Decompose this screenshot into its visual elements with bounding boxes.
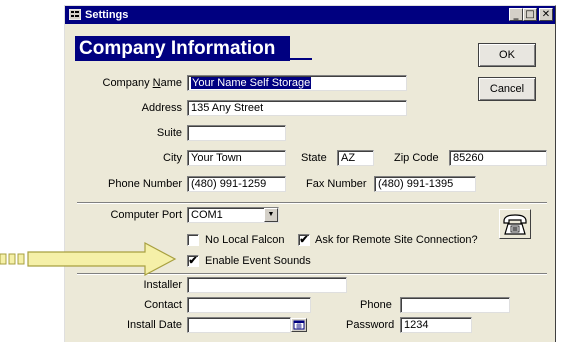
phone-number-field[interactable]: (480) 991-1259 <box>187 176 286 192</box>
installer-phone-label: Phone <box>360 299 392 311</box>
cancel-button[interactable]: Cancel <box>478 77 536 101</box>
zip-code-label: Zip Code <box>394 152 439 164</box>
remote-site-checkbox[interactable]: ✔ <box>298 234 310 246</box>
window-title: Settings <box>85 9 129 21</box>
telephone-icon <box>503 214 527 235</box>
contact-label: Contact <box>144 299 182 311</box>
company-name-label-part1: Company <box>102 77 153 89</box>
no-local-falcon-checkbox[interactable] <box>187 234 199 246</box>
enable-event-sounds-checkbox[interactable]: ✔ <box>187 255 199 267</box>
suite-label: Suite <box>156 127 182 139</box>
close-button[interactable]: ✕ <box>539 8 553 21</box>
contact-field[interactable] <box>187 297 311 313</box>
separator-top <box>77 202 547 204</box>
computer-port-label: Computer Port <box>110 209 182 221</box>
phone-number-label: Phone Number <box>108 178 182 190</box>
section-header: Company Information <box>75 36 290 61</box>
company-name-label: Company Name <box>69 77 183 90</box>
fax-number-label: Fax Number <box>306 178 367 190</box>
address-label: Address <box>141 102 182 114</box>
installer-label: Installer <box>143 279 182 291</box>
maximize-button[interactable]: □ <box>523 8 537 21</box>
install-date-field[interactable] <box>187 317 291 333</box>
dial-phone-button[interactable] <box>499 209 531 239</box>
settings-window-icon <box>69 9 81 20</box>
ok-button[interactable]: OK <box>478 43 536 67</box>
pointer-arrow-icon <box>0 242 177 276</box>
chevron-down-icon[interactable]: ▼ <box>264 208 278 222</box>
company-name-label-accelerator: N <box>152 77 161 89</box>
install-date-picker-button[interactable] <box>291 318 307 332</box>
minimize-button[interactable]: _ <box>509 8 523 21</box>
install-date-label: Install Date <box>126 319 182 331</box>
no-local-falcon-label: No Local Falcon <box>205 234 285 246</box>
computer-port-value: COM1 <box>191 209 223 221</box>
installer-phone-field[interactable] <box>400 297 510 313</box>
calendar-icon <box>293 320 305 330</box>
state-label: State <box>301 152 327 164</box>
password-field[interactable]: 1234 <box>400 317 472 333</box>
address-field[interactable]: 135 Any Street <box>187 100 407 116</box>
company-name-field[interactable]: Your Name Self Storage <box>187 75 407 91</box>
title-bar[interactable]: Settings _ □ ✕ <box>65 6 555 24</box>
suite-field[interactable] <box>187 125 286 141</box>
remote-site-label: Ask for Remote Site Connection? <box>315 234 478 246</box>
header-underline <box>290 58 312 60</box>
state-field[interactable]: AZ <box>337 150 374 166</box>
fax-number-field[interactable]: (480) 991-1395 <box>374 176 476 192</box>
settings-dialog: Settings _ □ ✕ Company Information OK Ca… <box>64 5 556 342</box>
installer-field[interactable] <box>187 277 347 293</box>
city-label: City <box>163 152 182 164</box>
enable-event-sounds-label: Enable Event Sounds <box>205 255 311 267</box>
zip-code-field[interactable]: 85260 <box>449 150 547 166</box>
password-label: Password <box>346 319 395 331</box>
company-name-value: Your Name Self Storage <box>191 77 312 89</box>
company-name-label-part2: ame <box>160 77 182 89</box>
city-field[interactable]: Your Town <box>187 150 286 166</box>
page-title: Company Information <box>79 38 276 59</box>
